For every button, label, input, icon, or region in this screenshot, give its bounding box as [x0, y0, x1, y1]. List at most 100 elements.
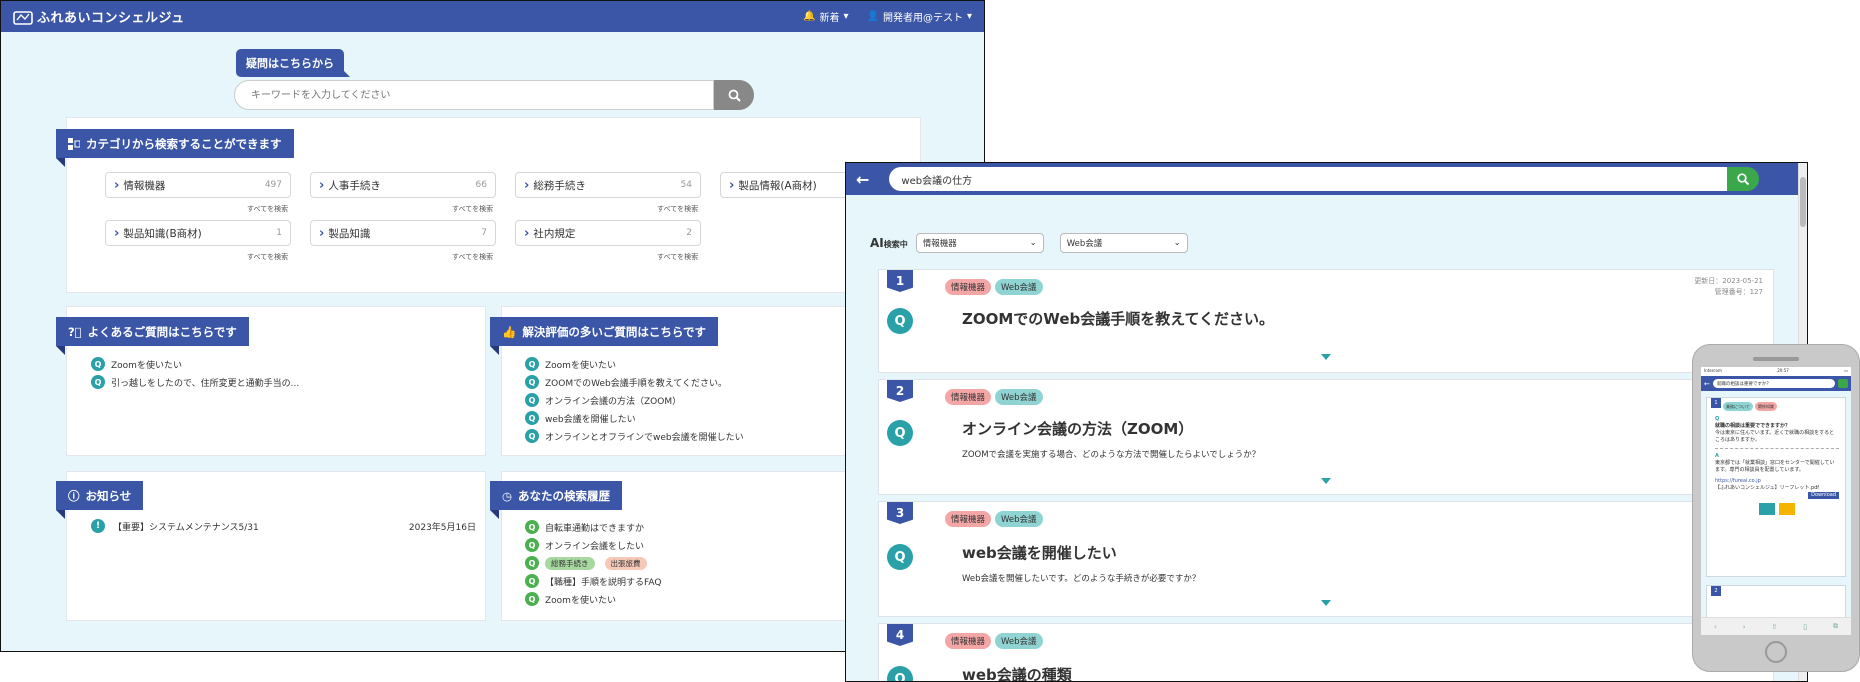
question-balloon: 疑問はこちらから — [236, 49, 350, 77]
thumbs-up-icon[interactable] — [1759, 503, 1775, 515]
expand-icon[interactable] — [1321, 354, 1331, 360]
history-title: ◷ あなたの検索履歴 — [490, 481, 623, 519]
category-button-2[interactable]: 総務手続き 54 — [515, 172, 701, 198]
logo-icon — [13, 10, 33, 25]
rated-item[interactable]: Q オンラインとオフラインでweb会議を開催したい — [525, 427, 744, 445]
manage-number: 管理番号：127 — [1714, 288, 1763, 296]
history-chip: 総務手続き — [545, 556, 595, 570]
see-all-link[interactable]: すべてを検索 — [452, 204, 493, 214]
rated-list: Q Zoomを使いたい Q ZOOMでのWeb会議手順を教えてください。 Q オンライ… — [525, 355, 744, 445]
result-card-1[interactable]: 1 情報機器 Web会議 更新日：2023-05-21 管理番号：127 Q ZOO… — [878, 269, 1774, 373]
filter-select-1[interactable]: 情報機器 ⌄ — [915, 233, 1044, 253]
phone-mockup: Intercom 20:57 ▭ ← 就職の相談は重要ですか？ 1 業務について 関係… — [1692, 344, 1860, 672]
see-all-link[interactable]: すべてを検索 — [657, 204, 698, 214]
card-chip: 情報機器 — [945, 389, 992, 405]
rated-item[interactable]: Q Zoomを使いたい — [525, 355, 744, 373]
card-chip: 情報機器 — [945, 511, 992, 527]
card-number: 1 — [1711, 398, 1721, 408]
results-topbar: ← web会議の仕方 — [846, 163, 1807, 195]
rated-item[interactable]: Q オンライン会議の方法（ZOOM） — [525, 391, 744, 409]
share-icon[interactable]: ⇧ — [1771, 623, 1777, 631]
phone-card[interactable]: 1 業務について 関係知識 Q 就職の相談は重要でできますか？ 今は東京に住んでい… — [1706, 397, 1846, 577]
download-button[interactable]: Download — [1808, 492, 1839, 499]
category-button-5[interactable]: 製品知識 7 — [310, 220, 496, 246]
see-all-link[interactable]: すべてを検索 — [247, 252, 288, 262]
category-label: 製品知識 — [319, 226, 370, 241]
results-search-input[interactable]: web会議の仕方 — [889, 167, 1728, 191]
category-count: 54 — [680, 180, 692, 190]
q-icon: Q — [91, 357, 105, 371]
rated-item[interactable]: Qweb会議を開催したい — [525, 409, 744, 427]
expand-icon[interactable] — [1321, 600, 1331, 606]
phone-search-button[interactable] — [1838, 379, 1848, 388]
back-icon[interactable]: ‹ — [1714, 623, 1717, 631]
result-card-4[interactable]: 4 情報機器 Web会議 Q web会議の種類 — [878, 623, 1774, 681]
history-item[interactable]: Q オンライン会議をしたい — [525, 536, 661, 554]
rated-title-text: 解決評価の多いご質問はこちらです — [522, 324, 706, 339]
history-item[interactable]: Q 総務手続き 出張旅費 — [525, 554, 661, 572]
category-button-4[interactable]: 製品知識(B商材) 1 — [105, 220, 291, 246]
search-icon — [728, 89, 741, 102]
rated-item[interactable]: Q ZOOMでのWeb会議手順を教えてください。 — [525, 373, 744, 391]
faq-item[interactable]: Q Zoomを使いたい — [91, 355, 299, 373]
category-icon — [68, 137, 80, 150]
history-item[interactable]: Q 自転車通勤はできますか — [525, 518, 661, 536]
exclamation-icon: ! — [91, 519, 105, 533]
home-button[interactable] — [1765, 641, 1787, 663]
news-title: ⓘ お知らせ — [56, 481, 144, 519]
forward-icon[interactable]: › — [1743, 623, 1746, 631]
category-button-0[interactable]: 情報機器 497 — [105, 172, 291, 198]
phone-file[interactable]: 【ふれあいコンシェルジュ】リーフレット.pdf — [1715, 485, 1839, 492]
thumbs-down-icon[interactable] — [1779, 503, 1795, 515]
card-meta: 更新日：2023-05-21 管理番号：127 — [1694, 276, 1763, 298]
faq-title: ?⃝ よくあるご質問はこちらです — [56, 317, 249, 355]
result-card-2[interactable]: 2 情報機器 Web会議 Q オンライン会議の方法（ZOOM） ZOOMで会議を実… — [878, 379, 1774, 495]
category-count: 497 — [264, 180, 282, 190]
result-card-3[interactable]: 3 情報機器 Web会議 Q web会議を開催したい Web会議を開催したいです。… — [878, 501, 1774, 617]
back-arrow-icon[interactable]: ← — [856, 170, 869, 189]
search-input[interactable] — [234, 80, 714, 110]
filter-value: Web会議 — [1066, 239, 1103, 249]
category-button-6[interactable]: 社内規定 2 — [515, 220, 701, 246]
user-label: 開発者用@テスト — [882, 13, 963, 24]
q-icon: Q — [1715, 416, 1720, 422]
user-menu[interactable]: 👤 開発者用@テスト ▾ — [867, 9, 972, 24]
card-subtitle: Web会議を開催したいです。どのような手続きが必要ですか？ — [962, 574, 1201, 584]
see-all-link[interactable]: すべてを検索 — [657, 252, 698, 262]
tabs-icon[interactable]: ⧉ — [1833, 622, 1838, 631]
card-chip: Web会議 — [995, 279, 1043, 295]
history-item[interactable]: Q Zoomを使いたい — [525, 590, 661, 608]
news-item[interactable]: ! 【重要】システムメンテナンス5/31 2023年5月16日 — [91, 519, 476, 533]
search-history-icon: Q — [525, 520, 539, 534]
card-chip: Web会議 — [995, 389, 1043, 405]
category-count: 1 — [276, 228, 282, 238]
card-chip: 業務について — [1723, 402, 1753, 411]
category-label: 総務手続き — [524, 178, 586, 193]
phone-search-input[interactable]: 就職の相談は重要ですか？ — [1712, 379, 1835, 388]
search-history-icon: Q — [525, 574, 539, 588]
card-title: オンライン会議の方法（ZOOM） — [962, 420, 1194, 438]
category-button-1[interactable]: 人事手続き 66 — [310, 172, 496, 198]
category-count: 7 — [481, 228, 487, 238]
expand-icon[interactable] — [1321, 478, 1331, 484]
faq-item[interactable]: Q 引っ越しをしたので、住所変更と通勤手当の... — [91, 373, 299, 391]
notice-menu[interactable]: 🔔 新着 ▾ — [803, 9, 848, 24]
category-title: カテゴリから検索することができます — [56, 129, 294, 167]
search-button[interactable] — [714, 80, 754, 110]
search-icon — [1737, 173, 1750, 185]
back-arrow-icon[interactable]: ← — [1704, 380, 1710, 388]
results-window: ← web会議の仕方 AI検索中 情報機器 ⌄ Web会議 ⌄ 1 情報機器 Web会… — [845, 162, 1808, 682]
see-all-link[interactable]: すべてを検索 — [247, 204, 288, 214]
scrollbar-thumb[interactable] — [1800, 177, 1806, 227]
bookmark-icon[interactable]: ▯ — [1803, 623, 1807, 631]
q-icon: Q — [525, 375, 539, 389]
logo[interactable]: ふれあいコンシェルジュ — [13, 7, 185, 26]
card-number: 2 — [887, 380, 913, 402]
filter-select-2[interactable]: Web会議 ⌄ — [1059, 233, 1188, 253]
category-count: 2 — [686, 228, 692, 238]
battery-icon: ▭ — [1844, 368, 1848, 373]
phone-link[interactable]: https://fureai.co.jp — [1715, 478, 1839, 485]
history-item[interactable]: Q 【職種】手順を説明するFAQ — [525, 572, 661, 590]
see-all-link[interactable]: すべてを検索 — [452, 252, 493, 262]
results-search-button[interactable] — [1727, 167, 1760, 191]
